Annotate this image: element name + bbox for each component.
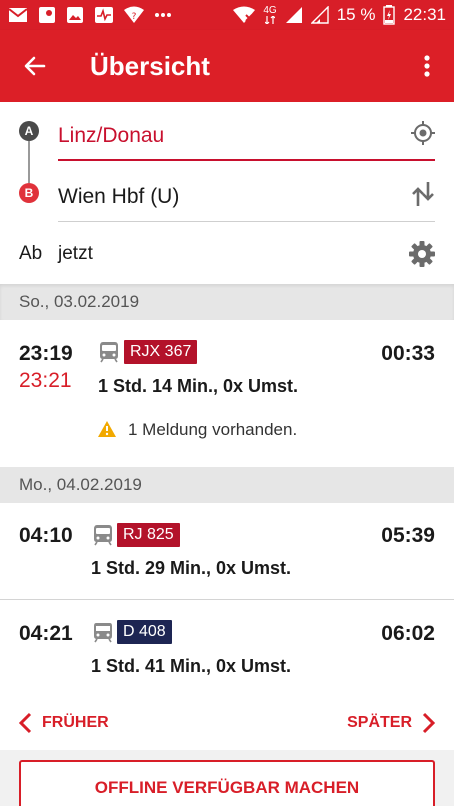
- message-notice: 1 Meldung vorhanden.: [128, 420, 298, 439]
- network-type-icon: 4G: [263, 5, 277, 25]
- arrival-time: 05:39: [381, 524, 435, 547]
- back-button[interactable]: [0, 30, 70, 102]
- date-header: Mo., 04.02.2019: [0, 467, 454, 503]
- bottom-action-area: OFFLINE VERFÜGBAR MACHEN: [0, 750, 454, 806]
- train-icon: [93, 621, 113, 643]
- cell-signal-weak-icon: [310, 5, 329, 25]
- departure-time-actual: 23:21: [19, 369, 72, 392]
- activity-icon: [94, 5, 114, 25]
- more-vertical-icon: [424, 55, 430, 77]
- origin-marker-icon: A: [19, 121, 39, 141]
- later-button[interactable]: SPÄTER: [347, 708, 436, 738]
- duration-transfers: 1 Std. 41 Min., 0x Umst.: [91, 656, 292, 676]
- destination-field[interactable]: Wien Hbf (U): [58, 172, 435, 222]
- cell-signal-icon: [285, 5, 303, 25]
- arrow-left-icon: [24, 56, 46, 76]
- earlier-button[interactable]: FRÜHER: [18, 708, 109, 738]
- time-mode-label: Ab: [19, 243, 43, 264]
- duration-transfers: 1 Std. 14 Min., 0x Umst.: [98, 376, 299, 396]
- arrival-time: 06:02: [381, 622, 435, 645]
- page-title: Übersicht: [90, 50, 210, 81]
- train-icon: [93, 524, 113, 546]
- connection-row[interactable]: 04:21 D 408 06:02 1 Std. 41 Min., 0x Ums…: [0, 600, 454, 696]
- more-notifications-icon: [154, 5, 172, 25]
- crosshair-icon: [411, 121, 435, 145]
- connection-row[interactable]: 04:10 RJ 825 05:39 1 Std. 29 Min., 0x Um…: [0, 503, 454, 600]
- swap-stations-button[interactable]: [410, 179, 436, 209]
- departure-time: 04:21: [19, 622, 73, 645]
- origin-field[interactable]: Linz/Donau: [58, 113, 435, 161]
- make-offline-available-button[interactable]: OFFLINE VERFÜGBAR MACHEN: [19, 760, 435, 806]
- wifi-off-icon: [233, 5, 256, 25]
- route-connector-line: [28, 141, 30, 183]
- battery-charging-icon: [383, 5, 396, 25]
- warning-icon: [97, 420, 117, 438]
- departure-time-field[interactable]: jetzt: [58, 243, 93, 265]
- duration-transfers: 1 Std. 29 Min., 0x Umst.: [91, 558, 292, 578]
- date-header: So., 03.02.2019: [0, 284, 454, 320]
- pagination-row: FRÜHER SPÄTER: [0, 696, 454, 750]
- battery-percent: 15 %: [336, 5, 376, 24]
- earlier-label: FRÜHER: [42, 714, 109, 731]
- gear-icon: [409, 241, 435, 267]
- departure-time: 23:19: [19, 342, 73, 365]
- current-location-button[interactable]: [408, 118, 438, 148]
- clock: 22:31: [403, 5, 446, 24]
- mail-icon: [8, 5, 28, 25]
- maps-icon: [38, 5, 56, 25]
- connection-row[interactable]: 23:19 23:21 RJX 367 00:33 1 Std. 14 Min.…: [0, 320, 454, 467]
- train-number-badge: RJX 367: [124, 340, 198, 364]
- chevron-left-icon: [18, 712, 32, 734]
- train-icon: [99, 341, 119, 363]
- app-bar: Übersicht: [0, 30, 454, 102]
- chevron-right-icon: [422, 712, 436, 734]
- train-number-badge: D 408: [117, 620, 172, 644]
- gallery-icon: [66, 5, 84, 25]
- arrival-time: 00:33: [381, 342, 435, 365]
- swap-vertical-icon: [412, 182, 434, 206]
- departure-time: 04:10: [19, 524, 73, 547]
- status-bar: ? 4G 15 % 22:31: [0, 0, 454, 30]
- later-label: SPÄTER: [347, 714, 412, 731]
- overflow-menu-button[interactable]: [400, 30, 454, 102]
- svg-text:?: ?: [132, 12, 137, 22]
- search-settings-button[interactable]: [407, 239, 437, 269]
- destination-marker-icon: B: [19, 183, 39, 203]
- train-number-badge: RJ 825: [117, 523, 180, 547]
- wifi-question-icon: ?: [124, 5, 144, 25]
